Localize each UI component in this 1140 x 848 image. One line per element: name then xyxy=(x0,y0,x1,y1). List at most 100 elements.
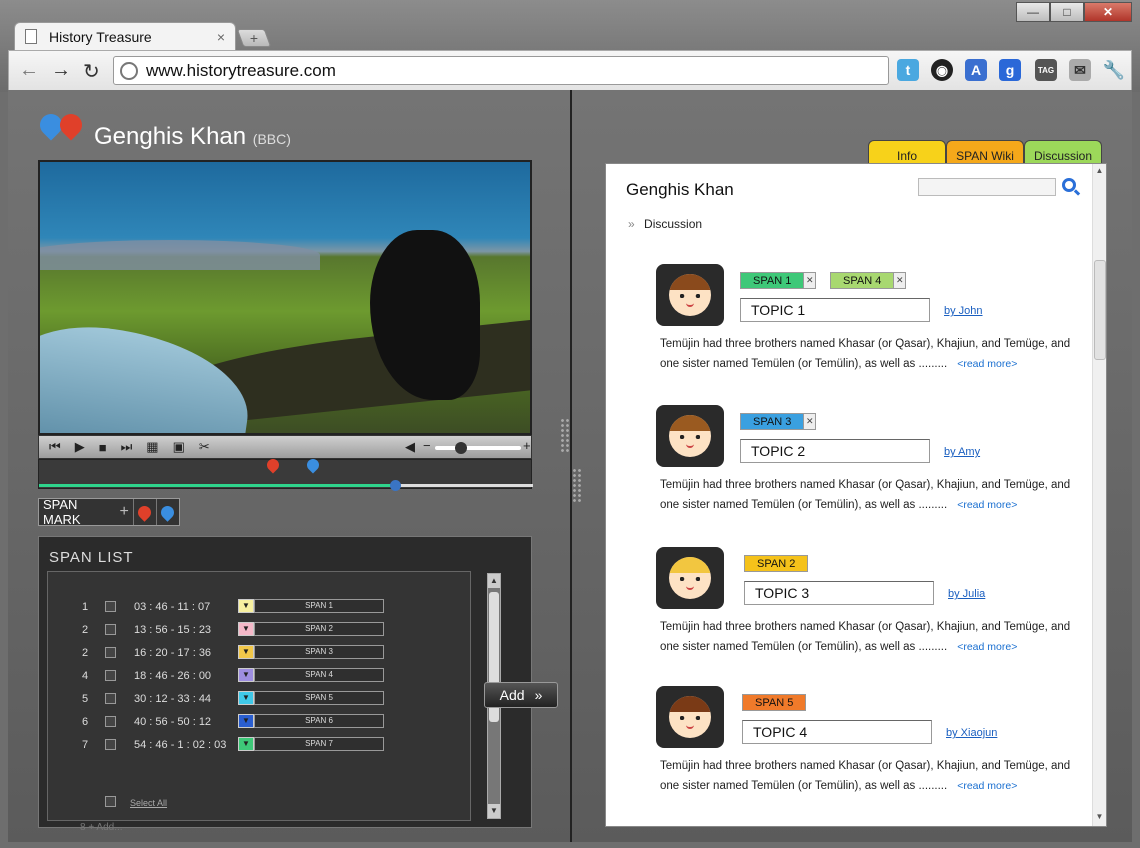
new-tab-button[interactable]: + xyxy=(236,29,272,47)
span-label[interactable]: SPAN 7 xyxy=(254,737,384,751)
color-dropdown-icon[interactable]: ▼ xyxy=(238,668,254,682)
select-all-link[interactable]: Select All xyxy=(130,798,167,808)
span-list-row: 1 03 : 46 - 11 : 07 ▼ SPAN 1 xyxy=(48,598,468,618)
previous-icon[interactable]: ⏮ xyxy=(49,439,61,455)
address-bar[interactable]: www.historytreasure.com xyxy=(113,56,889,85)
timeline-knob[interactable] xyxy=(389,480,401,491)
span-tag[interactable]: SPAN 1 ✕ xyxy=(740,272,817,289)
read-more-link[interactable]: <read more> xyxy=(957,499,1017,511)
avatar-face-icon xyxy=(669,696,711,738)
span-label[interactable]: SPAN 5 xyxy=(254,691,384,705)
color-picker-icon[interactable]: ◉ xyxy=(931,59,953,81)
author-link[interactable]: by John xyxy=(944,305,983,317)
volume-slider[interactable] xyxy=(435,446,521,450)
color-dropdown-icon[interactable]: ▼ xyxy=(238,737,254,751)
red-pin-button[interactable] xyxy=(132,499,156,525)
tab-close-icon[interactable]: × xyxy=(217,29,225,45)
reload-icon[interactable]: ↻ xyxy=(83,59,100,84)
row-time: 54 : 46 - 1 : 02 : 03 xyxy=(134,739,227,751)
color-dropdown-icon[interactable]: ▼ xyxy=(238,645,254,659)
translate-icon[interactable]: A xyxy=(965,59,987,81)
author-link[interactable]: by Xiaojun xyxy=(946,727,997,739)
span-tag[interactable]: SPAN 4 ✕ xyxy=(830,272,907,289)
span-tag[interactable]: SPAN 2 xyxy=(744,555,809,572)
row-checkbox[interactable] xyxy=(105,670,116,681)
video-player[interactable] xyxy=(38,160,532,435)
panel-scrollbar[interactable]: ▲ ▼ xyxy=(1092,164,1106,826)
read-more-link[interactable]: <read more> xyxy=(957,780,1017,792)
volume-knob[interactable] xyxy=(455,442,467,454)
span-tag[interactable]: SPAN 5 xyxy=(742,694,807,711)
scroll-down-icon[interactable]: ▼ xyxy=(488,804,500,818)
scroll-thumb[interactable] xyxy=(1094,260,1106,360)
red-span-marker-icon[interactable] xyxy=(264,456,282,474)
volume-plus-icon[interactable]: + xyxy=(523,438,531,453)
wrench-icon[interactable]: 🔧 xyxy=(1103,59,1125,81)
row-checkbox[interactable] xyxy=(105,739,116,750)
discussion-post: SPAN 3 ✕ TOPIC 2 by Amy Temüjin had three br… xyxy=(656,405,1076,535)
forward-icon[interactable]: → xyxy=(51,59,71,82)
span-list-row: 5 30 : 12 - 33 : 44 ▼ SPAN 5 xyxy=(48,690,468,710)
maximize-button[interactable]: □ xyxy=(1050,2,1084,22)
color-dropdown-icon[interactable]: ▼ xyxy=(238,714,254,728)
read-more-link[interactable]: <read more> xyxy=(957,358,1017,370)
topic-title[interactable]: TOPIC 2 xyxy=(740,439,930,463)
span-tag[interactable]: SPAN 3 ✕ xyxy=(740,413,817,430)
resize-grip-icon[interactable] xyxy=(560,418,570,452)
span-label[interactable]: SPAN 3 xyxy=(254,645,384,659)
color-dropdown-icon[interactable]: ▼ xyxy=(238,622,254,636)
volume-minus-icon[interactable]: − xyxy=(423,438,431,453)
row-time: 30 : 12 - 33 : 44 xyxy=(134,693,212,705)
next-icon[interactable]: ⏭ xyxy=(121,439,133,455)
stop-icon[interactable]: ■ xyxy=(99,440,107,455)
scroll-down-icon[interactable]: ▼ xyxy=(1093,812,1106,824)
blue-span-marker-icon[interactable] xyxy=(304,456,322,474)
scissors-icon[interactable]: ✂ xyxy=(199,439,210,455)
search-input[interactable] xyxy=(918,178,1056,196)
close-icon[interactable]: ✕ xyxy=(893,273,906,288)
read-more-link[interactable]: <read more> xyxy=(957,641,1017,653)
speaker-icon[interactable]: ◀ xyxy=(405,439,415,455)
select-all-checkbox[interactable] xyxy=(105,796,116,807)
topic-title[interactable]: TOPIC 4 xyxy=(742,720,932,744)
row-checkbox[interactable] xyxy=(105,716,116,727)
back-icon[interactable]: ← xyxy=(19,59,39,82)
span-mark-button[interactable]: SPAN MARK + xyxy=(38,497,180,527)
resize-grip-icon[interactable] xyxy=(572,468,582,502)
blue-pin-button[interactable] xyxy=(155,499,179,525)
span-label[interactable]: SPAN 4 xyxy=(254,668,384,682)
avatar xyxy=(656,264,724,326)
span-label[interactable]: SPAN 1 xyxy=(254,599,384,613)
row-checkbox[interactable] xyxy=(105,624,116,635)
add-span-row[interactable]: 8 + Add... xyxy=(80,822,123,833)
row-checkbox[interactable] xyxy=(105,601,116,612)
topic-title[interactable]: TOPIC 1 xyxy=(740,298,930,322)
color-dropdown-icon[interactable]: ▼ xyxy=(238,691,254,705)
row-checkbox[interactable] xyxy=(105,647,116,658)
close-icon[interactable]: ✕ xyxy=(803,414,816,429)
scroll-up-icon[interactable]: ▲ xyxy=(1093,166,1106,178)
span-list-row: 4 18 : 46 - 26 : 00 ▼ SPAN 4 xyxy=(48,667,468,687)
add-button[interactable]: Add » xyxy=(484,682,558,708)
close-icon[interactable]: ✕ xyxy=(803,273,816,288)
browser-tab[interactable]: History Treasure × xyxy=(14,22,236,50)
play-icon[interactable]: ▶ xyxy=(75,439,85,455)
close-window-button[interactable]: ✕ xyxy=(1084,2,1132,22)
minimize-button[interactable]: — xyxy=(1016,2,1050,22)
span-label[interactable]: SPAN 6 xyxy=(254,714,384,728)
gift-icon[interactable]: ▦ xyxy=(146,439,158,455)
author-link[interactable]: by Julia xyxy=(948,588,985,600)
topic-title[interactable]: TOPIC 3 xyxy=(744,581,934,605)
video-timeline[interactable] xyxy=(38,456,533,491)
scroll-up-icon[interactable]: ▲ xyxy=(488,574,500,588)
color-dropdown-icon[interactable]: ▼ xyxy=(238,599,254,613)
clip-icon[interactable]: ▣ xyxy=(173,439,185,455)
search-icon[interactable] xyxy=(1062,178,1076,192)
tag-icon[interactable]: TAG xyxy=(1035,59,1057,81)
twitter-icon[interactable]: t xyxy=(897,59,919,81)
google-icon[interactable]: g xyxy=(999,59,1021,81)
row-checkbox[interactable] xyxy=(105,693,116,704)
span-label[interactable]: SPAN 2 xyxy=(254,622,384,636)
mail-icon[interactable]: ✉ xyxy=(1069,59,1091,81)
author-link[interactable]: by Amy xyxy=(944,446,980,458)
